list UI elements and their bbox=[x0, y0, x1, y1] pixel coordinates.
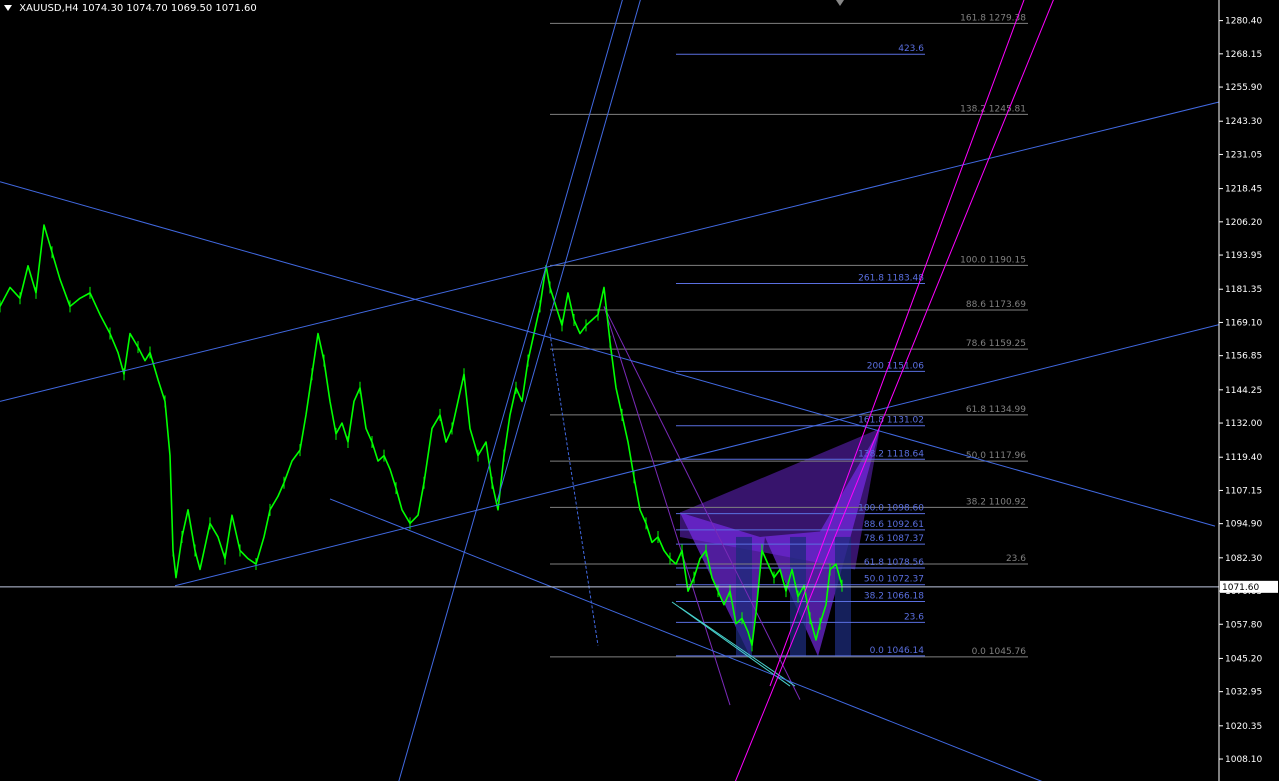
pattern-column bbox=[835, 536, 851, 657]
y-tick-label: 1218.45 bbox=[1225, 185, 1262, 195]
y-tick-label: 1094.90 bbox=[1225, 520, 1262, 530]
y-tick-label: 1156.85 bbox=[1225, 352, 1262, 362]
fib-ext-label: 23.6 bbox=[904, 612, 924, 622]
y-tick-label: 1268.15 bbox=[1225, 50, 1262, 60]
ohlc-readout: 1074.30 1074.70 1069.50 1071.60 bbox=[81, 3, 257, 14]
y-tick-label: 1020.35 bbox=[1225, 722, 1262, 732]
fib-level-label: 38.2 1100.92 bbox=[966, 497, 1026, 507]
chart-header: XAUUSD,H4 1074.30 1074.70 1069.50 1071.6… bbox=[4, 3, 257, 14]
y-tick-label: 1243.30 bbox=[1225, 117, 1262, 127]
y-tick-label: 1181.35 bbox=[1225, 285, 1262, 295]
y-tick-label: 1008.10 bbox=[1225, 755, 1262, 765]
y-tick-label: 1169.10 bbox=[1225, 318, 1262, 328]
y-tick-label: 1045.20 bbox=[1225, 654, 1262, 664]
chart-root[interactable]: 161.8 1279.38 138.2 1245.81 100.0 1190.15 8… bbox=[0, 0, 1279, 781]
symbol-label: XAUUSD,H4 bbox=[19, 3, 79, 14]
fib-ext-label: 100.0 1098.60 bbox=[858, 504, 924, 514]
chevron-down-icon[interactable] bbox=[4, 5, 12, 11]
y-tick-label: 1255.90 bbox=[1225, 83, 1262, 93]
y-tick-label: 1057.80 bbox=[1225, 620, 1262, 630]
y-tick-label: 1231.05 bbox=[1225, 150, 1262, 160]
fib-level-label: 23.6 bbox=[1006, 554, 1026, 564]
chart-background bbox=[0, 0, 1279, 781]
fib-ext-label: 200 1151.06 bbox=[867, 361, 925, 371]
fib-level-label: 88.6 1173.69 bbox=[966, 300, 1026, 310]
y-tick-label: 1082.30 bbox=[1225, 554, 1262, 564]
fib-level-label: 61.8 1134.99 bbox=[966, 405, 1026, 415]
fib-ext-label: 0.0 1046.14 bbox=[870, 646, 925, 656]
y-tick-label: 1193.95 bbox=[1225, 251, 1262, 261]
fib-ext-label: 38.2 1066.18 bbox=[864, 592, 924, 602]
fib-level-label: 0.0 1045.76 bbox=[972, 647, 1027, 657]
y-tick-label: 1032.95 bbox=[1225, 688, 1262, 698]
fib-ext-label: 78.6 1087.37 bbox=[864, 534, 924, 544]
fib-ext-label: 261.8 1183.48 bbox=[858, 273, 924, 283]
fib-level-label: 138.2 1245.81 bbox=[960, 104, 1026, 114]
fib-ext-label: 50.0 1072.37 bbox=[864, 575, 924, 585]
fib-ext-label: 88.6 1092.61 bbox=[864, 520, 924, 530]
fib-level-label: 50.0 1117.96 bbox=[966, 451, 1026, 461]
price-chart[interactable]: 161.8 1279.38138.2 1245.81100.0 1190.158… bbox=[0, 0, 1279, 781]
y-tick-label: 1144.25 bbox=[1225, 386, 1262, 396]
last-price-label: 1071.60 bbox=[1222, 583, 1259, 593]
y-tick-label: 1280.40 bbox=[1225, 17, 1262, 27]
fib-level-label: 100.0 1190.15 bbox=[960, 255, 1026, 265]
y-tick-label: 1206.20 bbox=[1225, 218, 1262, 228]
fib-level-label: 78.6 1159.25 bbox=[966, 339, 1026, 349]
y-tick-label: 1132.00 bbox=[1225, 419, 1262, 429]
y-tick-label: 1107.15 bbox=[1225, 486, 1262, 496]
fib-ext-label: 61.8 1078.56 bbox=[864, 558, 924, 568]
fib-ext-label: 423.6 bbox=[898, 44, 924, 54]
y-tick-label: 1119.40 bbox=[1225, 453, 1262, 463]
